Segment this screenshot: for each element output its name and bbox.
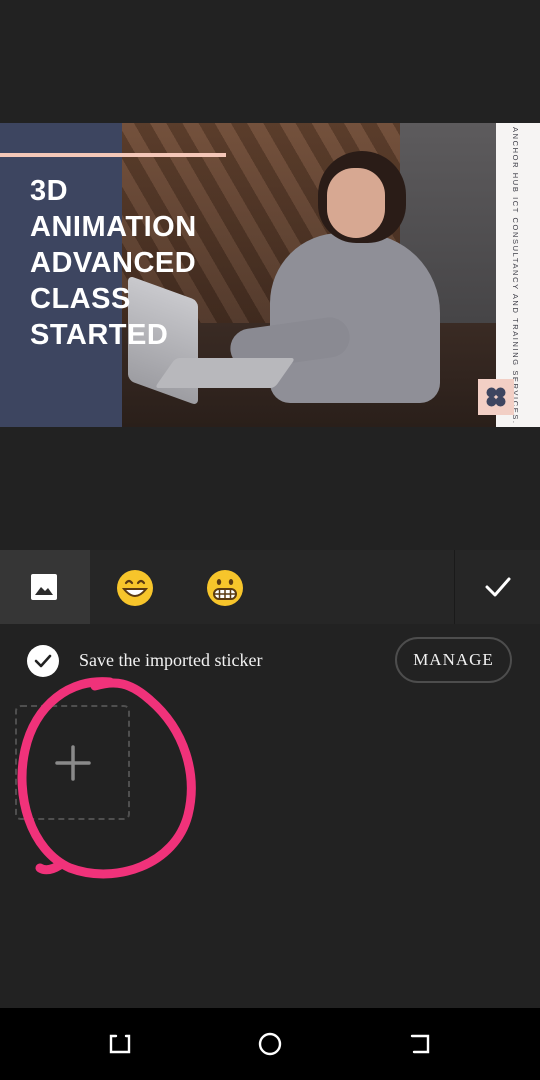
- recents-icon: [109, 1034, 131, 1054]
- laptop-keyboard: [154, 358, 296, 388]
- back-button[interactable]: [402, 1026, 438, 1062]
- system-navigation-bar: [0, 1008, 540, 1080]
- brand-logo: [478, 379, 514, 415]
- emoji-grimace-tab[interactable]: [180, 550, 270, 624]
- preview-title: 3D ANIMATION ADVANCED CLASS STARTED: [30, 173, 290, 353]
- title-line: ADVANCED: [30, 247, 197, 279]
- person: [270, 233, 440, 403]
- title-line: STARTED: [30, 319, 169, 351]
- confirm-button[interactable]: [456, 550, 540, 624]
- home-button[interactable]: [252, 1026, 288, 1062]
- toolbar-divider: [454, 550, 455, 624]
- accent-line: [0, 153, 226, 157]
- back-icon: [410, 1034, 430, 1054]
- title-line: CLASS: [30, 283, 131, 315]
- home-icon: [258, 1032, 282, 1056]
- sticker-preview-image: 3D ANIMATION ADVANCED CLASS STARTED ANCH…: [0, 123, 540, 427]
- emoji-grin-tab[interactable]: [90, 550, 180, 624]
- manage-button[interactable]: MANAGE: [395, 637, 512, 683]
- grinning-emoji-icon: [117, 570, 153, 606]
- sticker-category-toolbar: [0, 550, 540, 624]
- title-line: ANIMATION: [30, 211, 197, 243]
- recents-button[interactable]: [102, 1026, 138, 1062]
- grimacing-emoji-icon: [207, 570, 243, 606]
- person-face: [327, 168, 385, 238]
- image-icon: [31, 574, 57, 600]
- image-tab[interactable]: [0, 550, 90, 624]
- annotation-circle: [17, 677, 196, 879]
- flower-logo-icon: [486, 387, 506, 407]
- title-line: 3D: [30, 175, 69, 207]
- checkmark-icon: [485, 577, 511, 597]
